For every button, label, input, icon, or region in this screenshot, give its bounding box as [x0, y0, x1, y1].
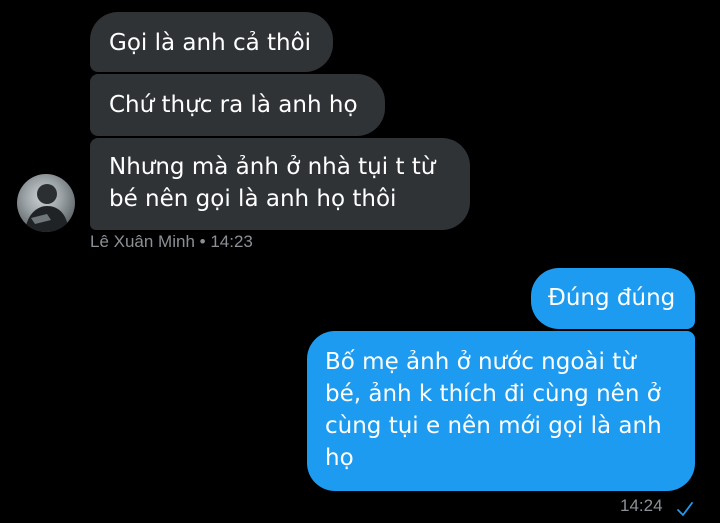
person-icon [25, 184, 69, 232]
outgoing-message[interactable]: Đúng đúng [531, 268, 695, 329]
check-icon [677, 502, 693, 516]
incoming-message[interactable]: Chứ thực ra là anh họ [90, 74, 385, 136]
message-time: 14:24 [620, 496, 663, 515]
avatar[interactable] [17, 174, 75, 232]
message-time: 14:23 [210, 232, 253, 251]
incoming-message[interactable]: Gọi là anh cả thôi [90, 12, 333, 72]
meta-separator: • [199, 232, 206, 251]
outgoing-message[interactable]: Bố mẹ ảnh ở nước ngoài từ bé, ảnh k thíc… [307, 331, 695, 491]
sender-meta: Lê Xuân Minh • 14:23 [90, 232, 253, 252]
incoming-message[interactable]: Nhưng mà ảnh ở nhà tụi t từ bé nên gọi l… [90, 138, 470, 230]
sender-name[interactable]: Lê Xuân Minh [90, 232, 195, 251]
